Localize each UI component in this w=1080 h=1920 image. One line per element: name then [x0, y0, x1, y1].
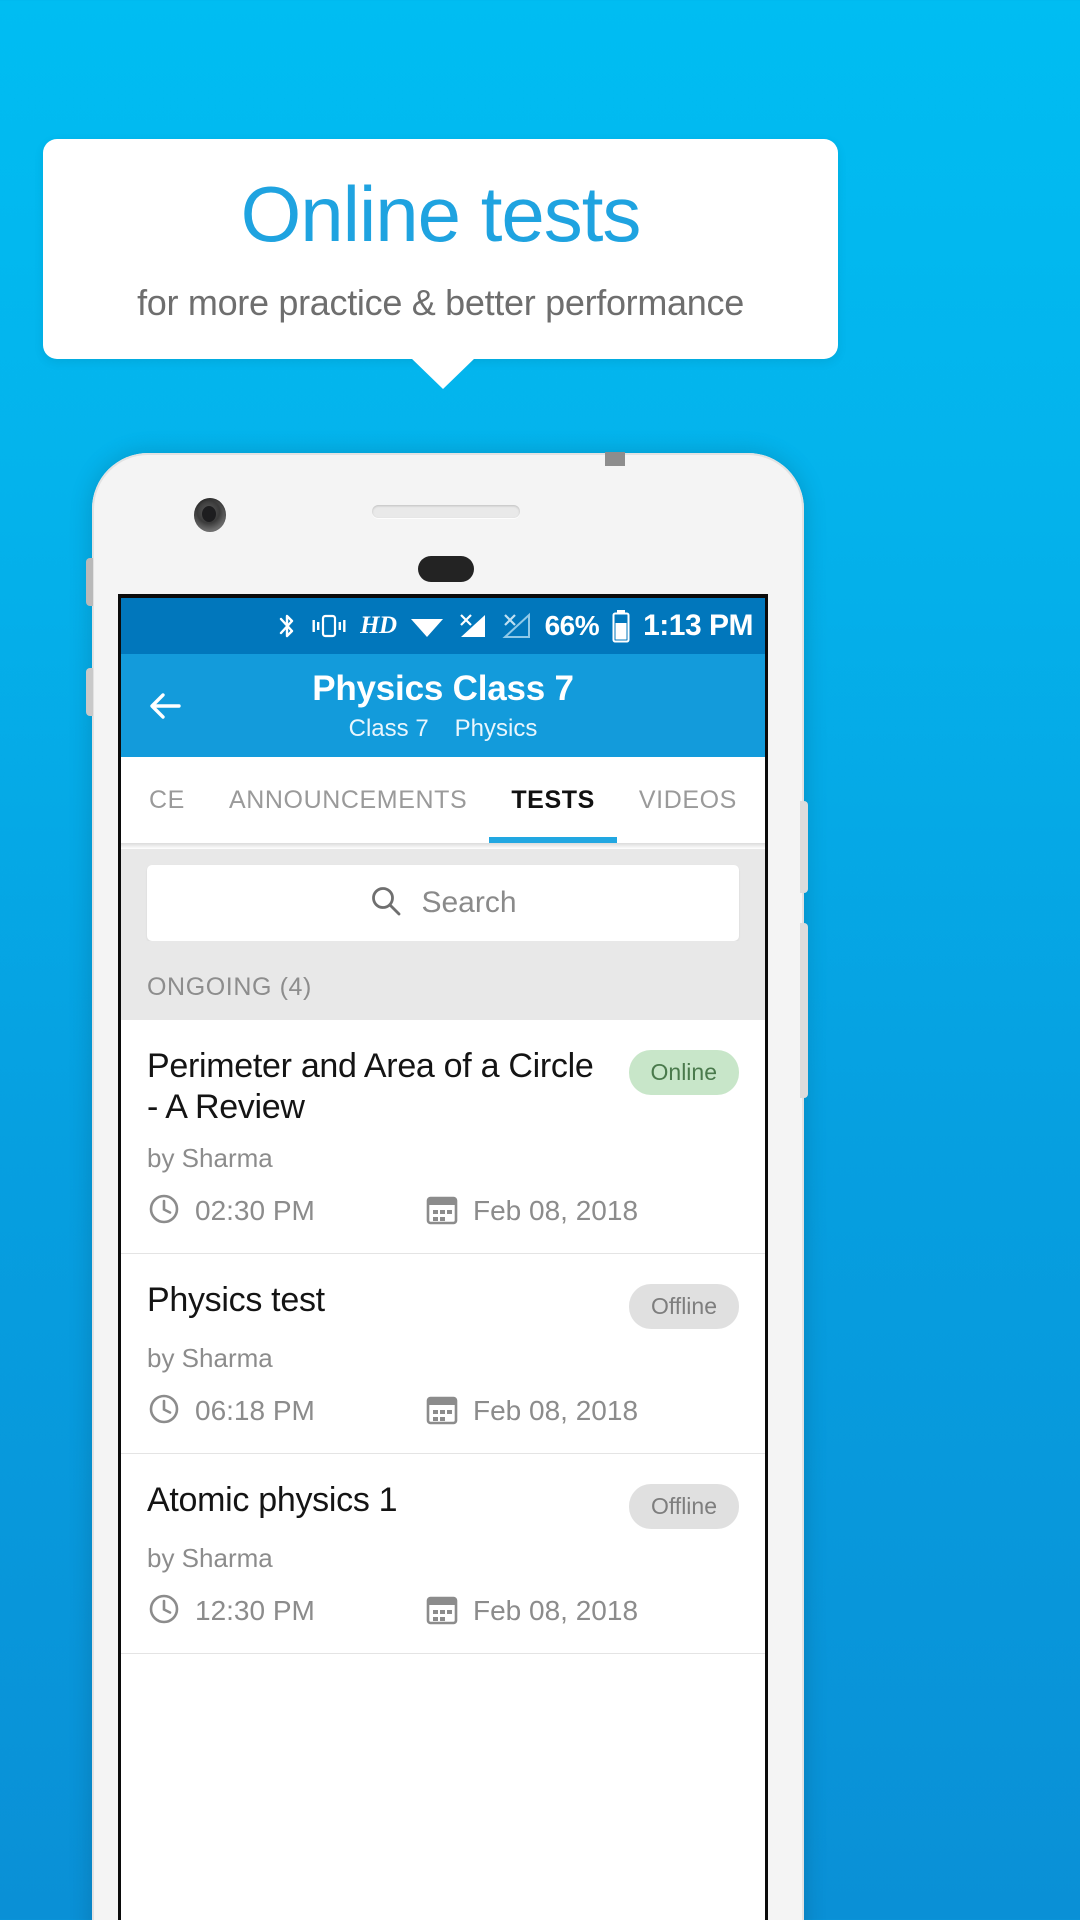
battery-icon [611, 609, 631, 643]
search-icon [369, 884, 403, 923]
signal-icon [457, 611, 489, 641]
left-side-button-secondary[interactable] [86, 668, 93, 716]
section-header-ongoing: ONGOING (4) [121, 941, 765, 1020]
left-side-button[interactable] [86, 558, 93, 606]
tab-ce[interactable]: CE [121, 757, 207, 843]
tab-announcements[interactable]: ANNOUNCEMENTS [207, 757, 489, 843]
test-time-label: 02:30 PM [195, 1195, 315, 1227]
test-date-label: Feb 08, 2018 [473, 1395, 639, 1427]
status-badge: Offline [628, 1283, 739, 1329]
test-meta: 02:30 PM Feb 08, 2018 [147, 1192, 739, 1231]
breadcrumb-subject: Physics [454, 714, 538, 742]
page-title: Physics Class 7 [312, 668, 574, 708]
test-time: 02:30 PM [147, 1192, 425, 1231]
power-button[interactable] [800, 923, 808, 1098]
status-bar: HD 66% 1:13 PM [121, 598, 765, 654]
battery-percent-label: 66% [544, 610, 600, 641]
front-camera-icon [194, 498, 226, 532]
wifi-icon [409, 612, 445, 640]
test-meta: 12:30 PM Feb 08, 2018 [147, 1592, 739, 1631]
clock-label: 1:13 PM [643, 609, 753, 642]
volume-button[interactable] [800, 801, 808, 893]
test-meta: 06:18 PM Feb 08, 2018 [147, 1392, 739, 1431]
signal-off-icon [501, 611, 533, 641]
test-title: Perimeter and Area of a Circle - A Revie… [147, 1047, 594, 1127]
calendar-icon [425, 1192, 459, 1231]
test-date: Feb 08, 2018 [425, 1392, 638, 1431]
search-placeholder: Search [421, 886, 517, 919]
callout-tail [410, 357, 476, 389]
test-author: by Sharma [147, 1342, 273, 1373]
tests-list: Perimeter and Area of a Circle - A Revie… [121, 1020, 765, 1654]
clock-icon [147, 1392, 181, 1431]
test-time: 06:18 PM [147, 1392, 425, 1431]
phone-device: HD 66% 1:13 PM Physics Class 7 Class 7 P… [86, 452, 808, 1920]
promo-subtitle: for more practice & better performance [137, 281, 744, 323]
test-card-header: Atomic physics 1 Offline [147, 1480, 739, 1529]
test-date-label: Feb 08, 2018 [473, 1595, 639, 1627]
clock-icon [147, 1592, 181, 1631]
test-time-label: 12:30 PM [195, 1595, 315, 1627]
tab-tests[interactable]: TESTS [489, 757, 617, 843]
test-card[interactable]: Atomic physics 1 Offline by Sharma 12:30… [121, 1454, 765, 1654]
test-card[interactable]: Physics test Offline by Sharma 06:18 PM [121, 1254, 765, 1454]
tab-bar: CE ANNOUNCEMENTS TESTS VIDEOS [121, 757, 765, 843]
test-card-header: Physics test Offline [147, 1280, 739, 1329]
search-area: Search [121, 849, 765, 941]
proximity-sensor [418, 556, 474, 582]
breadcrumb: Class 7 Physics [349, 715, 538, 743]
hd-label: HD [360, 612, 397, 639]
clock-icon [147, 1192, 181, 1231]
test-author: by Sharma [147, 1542, 273, 1573]
earpiece-speaker [372, 505, 520, 518]
bluetooth-icon [276, 611, 298, 641]
promo-callout: Online tests for more practice & better … [43, 139, 838, 359]
status-badge: Offline [628, 1483, 739, 1529]
app-bar: Physics Class 7 Class 7 Physics [121, 654, 765, 757]
test-date-label: Feb 08, 2018 [473, 1195, 639, 1227]
test-card-header: Perimeter and Area of a Circle - A Revie… [147, 1046, 739, 1129]
phone-screen: HD 66% 1:13 PM Physics Class 7 Class 7 P… [118, 594, 768, 1920]
back-arrow-icon[interactable] [143, 684, 187, 728]
search-input[interactable]: Search [147, 865, 739, 941]
test-time-label: 06:18 PM [195, 1395, 315, 1427]
breadcrumb-class: Class 7 [348, 714, 429, 742]
status-badge: Online [628, 1050, 739, 1095]
test-title: Physics test [147, 1280, 325, 1319]
test-author: by Sharma [147, 1142, 273, 1173]
test-date: Feb 08, 2018 [425, 1592, 638, 1631]
promo-title: Online tests [240, 170, 642, 259]
calendar-icon [425, 1592, 459, 1631]
test-date: Feb 08, 2018 [425, 1192, 638, 1231]
phone-antenna-chip [605, 452, 625, 466]
test-time: 12:30 PM [147, 1592, 425, 1631]
tab-videos[interactable]: VIDEOS [617, 757, 759, 843]
test-title: Atomic physics 1 [147, 1480, 398, 1519]
calendar-icon [425, 1392, 459, 1431]
test-card[interactable]: Perimeter and Area of a Circle - A Revie… [121, 1020, 765, 1254]
vibrate-icon [310, 611, 348, 641]
